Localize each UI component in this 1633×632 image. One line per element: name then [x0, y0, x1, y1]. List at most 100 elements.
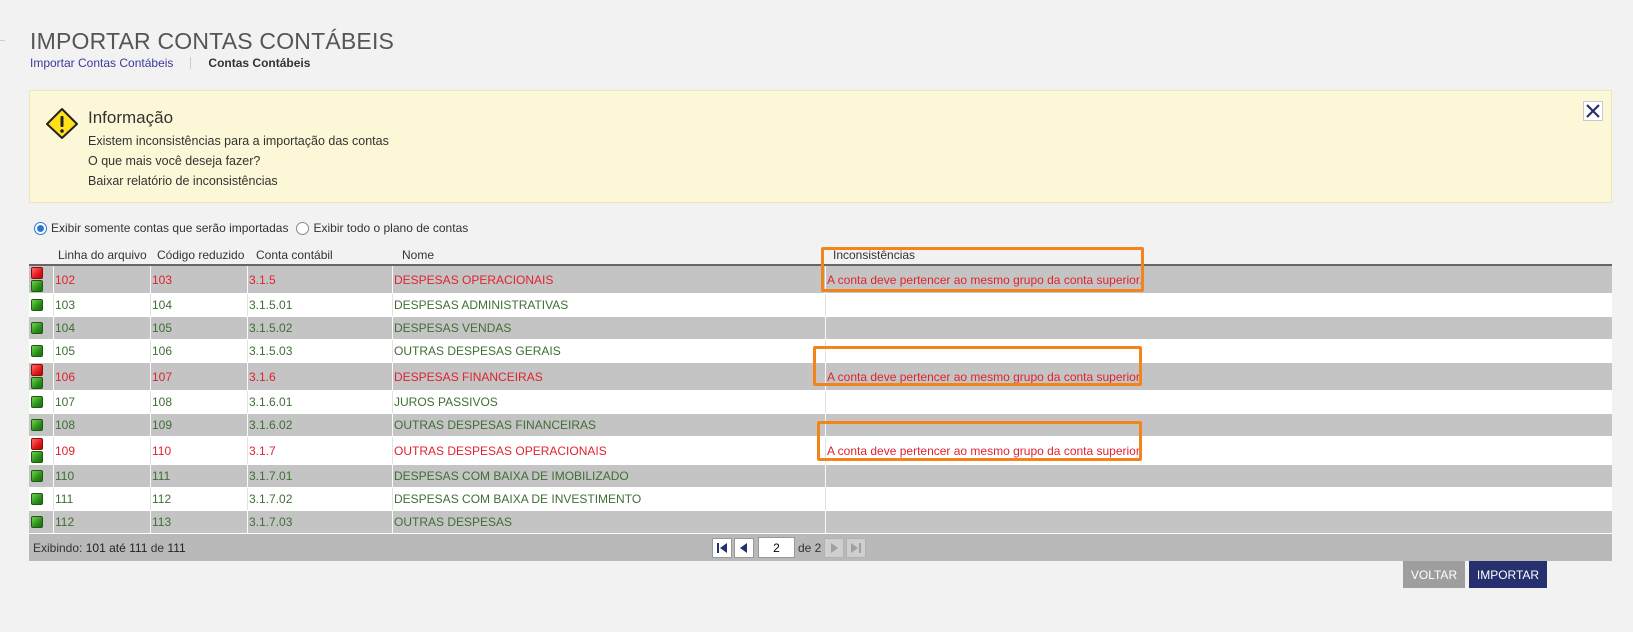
column-separator: [392, 511, 393, 533]
next-page-icon: [831, 542, 839, 553]
records-total: 111: [167, 541, 186, 555]
ok-square-icon: [31, 322, 43, 334]
radio-only-imported-label[interactable]: Exibir somente contas que serão importad…: [51, 221, 288, 235]
table-row[interactable]: 105 106 3.1.5.03 OUTRAS DESPESAS GERAIS: [29, 340, 1612, 363]
cell-line: 104: [55, 321, 76, 335]
cell-line: 110: [55, 469, 75, 483]
column-separator: [392, 437, 393, 464]
column-separator: [825, 317, 826, 339]
table-row[interactable]: 110 111 3.1.7.01 DESPESAS COM BAIXA DE IMOB…: [29, 465, 1612, 488]
column-separator: [247, 437, 248, 464]
cell-code: 109: [152, 418, 173, 432]
header-issues[interactable]: Inconsistências: [833, 248, 915, 262]
column-separator: [53, 414, 54, 436]
cell-code: 105: [152, 321, 173, 335]
cell-issue: A conta deve pertencer ao mesmo grupo da…: [827, 369, 1143, 384]
radio-full-chart[interactable]: [296, 221, 310, 235]
import-button[interactable]: IMPORTAR: [1469, 561, 1547, 588]
last-page-icon: [851, 542, 862, 553]
last-page-button[interactable]: [846, 537, 867, 558]
cell-name: DESPESAS ADMINISTRATIVAS: [394, 298, 569, 312]
cell-code: 108: [152, 395, 173, 409]
status-ok-icon: [31, 299, 43, 311]
radio-full-chart-label[interactable]: Exibir todo o plano de contas: [313, 221, 468, 235]
header-code[interactable]: Código reduzido: [157, 248, 244, 262]
ok-square-icon: [31, 516, 43, 528]
column-separator: [150, 340, 151, 362]
cell-account: 3.1.7.02: [249, 492, 293, 506]
page-number-input[interactable]: [758, 537, 795, 558]
records-summary: Exibindo: 101 até 111 de 111: [33, 541, 186, 555]
column-separator: [247, 511, 248, 533]
cell-line: 105: [55, 344, 76, 358]
table-row[interactable]: 108 109 3.1.6.02 OUTRAS DESPESAS FINANCEIRA…: [29, 414, 1612, 437]
table-row[interactable]: 111 112 3.1.7.02 DESPESAS COM BAIXA DE INVE…: [29, 488, 1612, 511]
cell-line: 107: [55, 395, 76, 409]
status-error-icon: [31, 438, 43, 463]
breadcrumb-link-import[interactable]: Importar Contas Contábeis: [30, 56, 173, 70]
error-square-icon: [31, 364, 43, 376]
pagination: de 2: [712, 537, 868, 558]
cell-account: 3.1.5.02: [249, 321, 293, 335]
cell-line: 108: [55, 418, 76, 432]
breadcrumb: Importar Contas Contábeis Contas Contábe…: [30, 56, 310, 70]
cell-code: 103: [152, 272, 173, 287]
radio-only-imported[interactable]: [34, 221, 47, 235]
table-row[interactable]: 106 107 3.1.6 DESPESAS FINANCEIRAS A conta d…: [29, 363, 1612, 391]
ok-square-icon: [31, 377, 43, 389]
table-row[interactable]: 102 103 3.1.5 DESPESAS OPERACIONAIS A conta …: [29, 266, 1612, 294]
header-line[interactable]: Linha do arquivo: [58, 248, 147, 262]
column-separator: [247, 294, 248, 316]
column-separator: [392, 294, 393, 316]
column-separator: [150, 511, 151, 533]
cell-account: 3.1.7.03: [249, 515, 293, 529]
records-of-label: de: [150, 541, 165, 555]
cell-name: OUTRAS DESPESAS: [394, 515, 513, 529]
first-page-button[interactable]: [712, 537, 732, 558]
table-row[interactable]: 109 110 3.1.7 OUTRAS DESPESAS OPERACIONAIS A…: [29, 437, 1612, 465]
info-download-report-link[interactable]: Baixar relatório de inconsistências: [88, 174, 278, 188]
next-page-button[interactable]: [824, 537, 845, 558]
page-title: IMPORTAR CONTAS CONTÁBEIS: [30, 28, 395, 55]
column-separator: [150, 414, 151, 436]
prev-page-button[interactable]: [734, 537, 754, 558]
filter-options: Exibir somente contas que serão importad…: [34, 221, 476, 235]
status-ok-icon: [31, 345, 43, 357]
back-button[interactable]: VOLTAR: [1403, 561, 1465, 588]
table-row[interactable]: 104 105 3.1.5.02 DESPESAS VENDAS: [29, 317, 1612, 340]
close-button[interactable]: [1583, 101, 1603, 121]
table-row[interactable]: 107 108 3.1.6.01 JUROS PASSIVOS: [29, 391, 1612, 414]
column-separator: [392, 340, 393, 362]
column-separator: [150, 391, 151, 413]
column-separator: [392, 465, 393, 487]
records-to: 111: [129, 541, 148, 555]
column-separator: [53, 317, 54, 339]
status-ok-icon: [31, 419, 43, 431]
ok-square-icon: [31, 280, 43, 292]
grid-header: Linha do arquivo Código reduzido Conta c…: [29, 244, 1612, 266]
cell-account: 3.1.6: [249, 369, 276, 384]
ok-square-icon: [31, 470, 43, 482]
info-option-what-else[interactable]: O que mais você deseja fazer?: [88, 154, 260, 168]
table-row[interactable]: 112 113 3.1.7.03 OUTRAS DESPESAS: [29, 511, 1612, 534]
header-account[interactable]: Conta contábil: [256, 248, 333, 262]
cell-name: DESPESAS OPERACIONAIS: [394, 272, 554, 287]
cell-line: 106: [55, 369, 76, 384]
cell-account: 3.1.6.01: [249, 395, 293, 409]
cell-name: OUTRAS DESPESAS OPERACIONAIS: [394, 443, 607, 458]
cell-account: 3.1.7: [249, 443, 276, 458]
table-row[interactable]: 103 104 3.1.5.01 DESPESAS ADMINISTRATIVAS: [29, 294, 1612, 317]
header-name[interactable]: Nome: [402, 248, 434, 262]
column-separator: [247, 391, 248, 413]
column-separator: [247, 414, 248, 436]
column-separator: [825, 465, 826, 487]
status-ok-icon: [31, 493, 43, 505]
error-square-icon: [31, 267, 43, 279]
column-separator: [150, 437, 151, 464]
status-ok-icon: [31, 396, 43, 408]
cell-name: DESPESAS VENDAS: [394, 321, 512, 335]
cell-account: 3.1.5: [249, 272, 276, 287]
cell-code: 113: [152, 515, 172, 529]
column-separator: [247, 340, 248, 362]
column-separator: [53, 437, 54, 464]
